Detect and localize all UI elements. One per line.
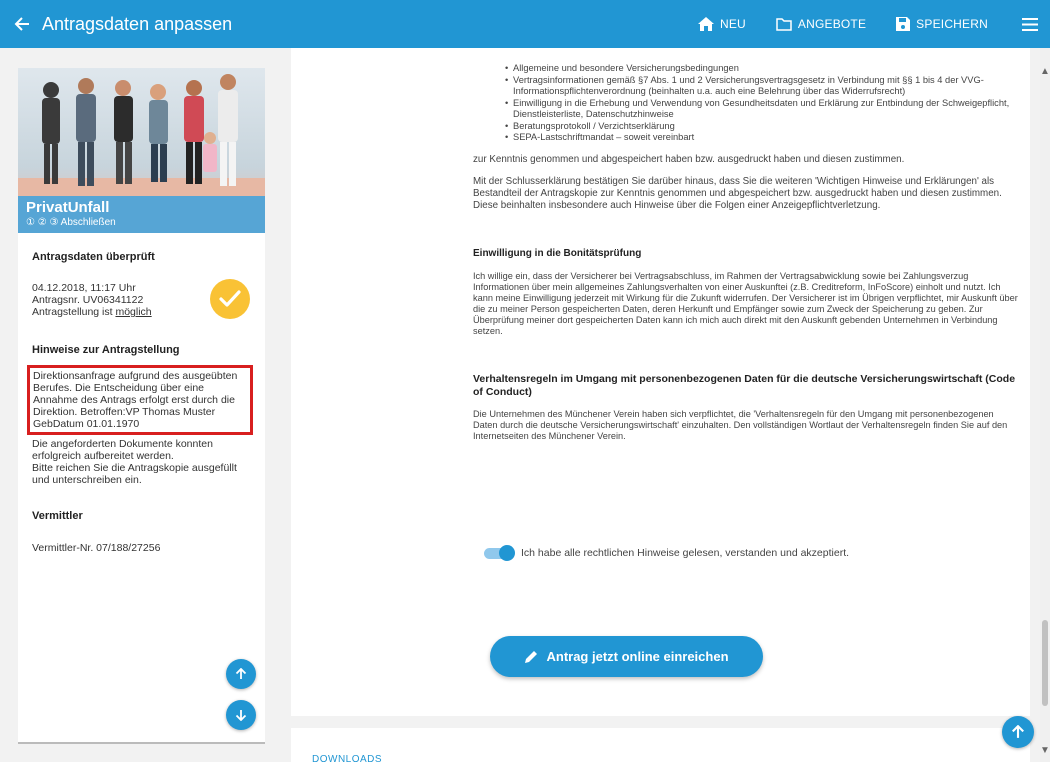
list-item: Allgemeine und besondere Versicherungsbe… <box>505 63 1018 75</box>
scroll-down-button[interactable] <box>226 700 256 730</box>
new-button[interactable]: NEU <box>697 17 746 31</box>
downloads-card: DOWNLOADS <box>291 728 1030 762</box>
code-of-conduct-text: Die Unternehmen des Münchener Verein hab… <box>473 409 1008 441</box>
sign-notice: Bitte reichen Sie die Antragskopie ausge… <box>32 462 237 486</box>
consent-label[interactable]: Ich habe alle rechtlichen Hinweise geles… <box>521 547 849 559</box>
checkmark-icon <box>210 279 250 319</box>
menu-icon[interactable] <box>1018 12 1042 36</box>
scroll-down-arrow-icon[interactable]: ▼ <box>1040 745 1050 756</box>
checked-heading: Antragsdaten überprüft <box>32 251 155 263</box>
closing-declaration: Mit der Schlusserklärung bestätigen Sie … <box>473 175 1002 211</box>
home-icon <box>697 17 714 31</box>
downloads-label[interactable]: DOWNLOADS <box>312 754 382 762</box>
arrow-down-icon <box>235 710 247 721</box>
status-prefix: Antragstellung ist <box>32 306 116 318</box>
notice-text: Direktionsanfrage aufgrund des ausgeübte… <box>33 370 238 430</box>
page-title: Antragsdaten anpassen <box>42 13 233 34</box>
arrow-up-icon <box>235 668 247 679</box>
scrollbar-thumb[interactable] <box>1042 620 1048 706</box>
save-icon <box>896 17 911 31</box>
broker-number: Vermittler-Nr. 07/188/27256 <box>32 542 161 554</box>
product-summary-card: PrivatUnfall ① ② ③ Abschließen Antragsda… <box>18 68 265 744</box>
documents-notice: Die angeforderten Dokumente konnten erfo… <box>32 438 213 462</box>
back-arrow-icon[interactable] <box>2 0 42 48</box>
back-to-top-button[interactable] <box>1002 716 1034 748</box>
list-item: SEPA-Lastschriftmandat – soweit vereinba… <box>505 132 1018 144</box>
product-band: PrivatUnfall ① ② ③ Abschließen <box>18 196 265 233</box>
list-item: Vertragsinformationen gemäß §7 Abs. 1 un… <box>505 75 1018 98</box>
credit-check-heading: Einwilligung in die Bonitätsprüfung <box>473 247 642 259</box>
acknowledgement-text: zur Kenntnis genommen und abgespeichert … <box>473 153 905 165</box>
save-button[interactable]: SPEICHERN <box>896 17 988 31</box>
consent-toggle[interactable] <box>484 545 515 561</box>
pencil-icon <box>525 650 538 663</box>
submit-application-button[interactable]: Antrag jetzt online einreichen <box>490 636 763 677</box>
product-name: PrivatUnfall <box>26 199 110 216</box>
save-button-label: SPEICHERN <box>916 17 988 31</box>
code-of-conduct-heading: Verhaltensregeln im Umgang mit personenb… <box>473 373 1016 398</box>
folder-icon <box>776 17 792 31</box>
arrow-up-icon <box>1012 725 1024 738</box>
notes-heading: Hinweise zur Antragstellung <box>32 344 180 356</box>
document-list: Allgemeine und besondere Versicherungsbe… <box>473 63 1018 144</box>
scroll-up-button[interactable] <box>226 659 256 689</box>
legal-text: Allgemeine und besondere Versicherungsbe… <box>473 48 1018 442</box>
product-steps[interactable]: ① ② ③ Abschließen <box>26 216 257 229</box>
application-content-card: Allgemeine und besondere Versicherungsbe… <box>291 48 1030 716</box>
offers-button[interactable]: ANGEBOTE <box>776 17 866 31</box>
product-hero-image: PrivatUnfall ① ② ③ Abschließen <box>18 68 265 233</box>
submit-label: Antrag jetzt online einreichen <box>546 649 729 664</box>
status-link[interactable]: möglich <box>115 306 151 318</box>
new-button-label: NEU <box>719 17 746 31</box>
credit-check-text: Ich willige ein, dass der Versicherer be… <box>473 271 1018 336</box>
direction-request-notice: Direktionsanfrage aufgrund des ausgeübte… <box>27 365 253 435</box>
list-item: Einwilligung in die Erhebung und Verwend… <box>505 98 1018 121</box>
offers-button-label: ANGEBOTE <box>797 17 867 31</box>
app-toolbar: Antragsdaten anpassen NEU ANGEBOTE SPEIC… <box>0 0 1050 48</box>
scroll-up-arrow-icon[interactable]: ▲ <box>1040 66 1050 77</box>
broker-heading: Vermittler <box>32 510 83 522</box>
toggle-knob <box>499 545 515 561</box>
list-item: Beratungsprotokoll / Verzichtserklärung <box>505 121 1018 133</box>
